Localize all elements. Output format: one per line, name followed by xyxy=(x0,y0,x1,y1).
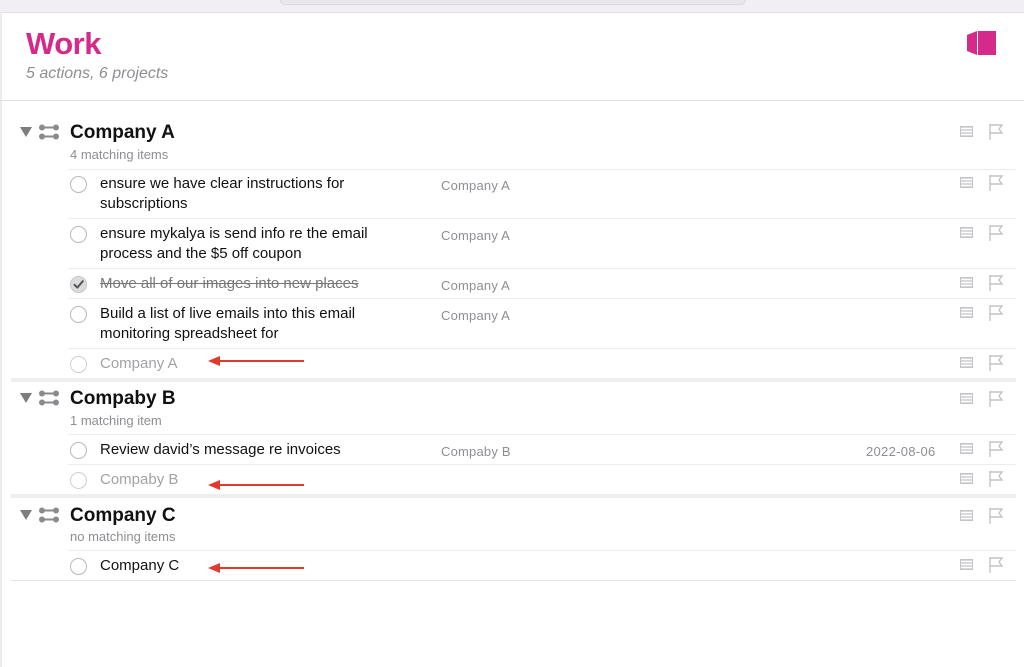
row-separator xyxy=(68,298,1016,299)
sequential-project-icon xyxy=(39,507,59,523)
flag-icon[interactable] xyxy=(988,507,1004,525)
sequential-project-icon xyxy=(39,390,59,406)
task-checkbox[interactable] xyxy=(70,226,87,243)
flag-icon[interactable] xyxy=(988,224,1004,242)
note-icon[interactable] xyxy=(960,393,973,404)
project-title[interactable]: Company A xyxy=(70,122,175,144)
note-icon[interactable] xyxy=(960,559,973,570)
task-project-label: Compaby B xyxy=(441,444,511,459)
note-icon[interactable] xyxy=(960,357,973,368)
sequential-project-icon xyxy=(39,124,59,140)
task-title[interactable]: ensure mykalya is send info re the email… xyxy=(100,224,420,264)
checkmark-icon xyxy=(73,280,84,289)
disclosure-triangle-icon[interactable] xyxy=(20,393,32,403)
task-project-label: Company A xyxy=(441,278,511,293)
perspective-icon[interactable] xyxy=(966,29,997,57)
task-checkbox[interactable] xyxy=(70,176,87,193)
task-title[interactable]: Review david’s message re invoices xyxy=(100,440,420,460)
row-separator xyxy=(11,580,1016,581)
task-title[interactable]: Build a list of live emails into this em… xyxy=(100,304,420,344)
row-separator xyxy=(68,434,1016,435)
flag-icon[interactable] xyxy=(988,556,1004,574)
group-separator xyxy=(11,378,1016,382)
toolbar-search-field-edge[interactable] xyxy=(280,0,746,5)
flag-icon[interactable] xyxy=(988,440,1004,458)
group-separator xyxy=(11,494,1016,498)
task-title[interactable]: ensure we have clear instructions for su… xyxy=(100,174,420,214)
task-checkbox[interactable] xyxy=(70,306,87,323)
window-top-strip xyxy=(0,0,1024,13)
perspective-title: Work xyxy=(26,26,101,61)
sidebar-edge xyxy=(0,12,2,667)
note-icon[interactable] xyxy=(960,227,973,238)
note-icon[interactable] xyxy=(960,126,973,137)
project-match-count: 1 matching item xyxy=(70,413,162,428)
flag-icon[interactable] xyxy=(988,304,1004,322)
disclosure-triangle-icon[interactable] xyxy=(20,127,32,137)
task-project-label: Company A xyxy=(441,308,511,323)
flag-icon[interactable] xyxy=(988,274,1004,292)
project-title[interactable]: Company C xyxy=(70,505,176,527)
annotation-arrow-icon xyxy=(208,563,304,573)
task-due-date[interactable]: 2022-08-06 xyxy=(866,444,936,459)
row-separator xyxy=(68,268,1016,269)
task-checkbox-checked[interactable] xyxy=(70,276,87,293)
row-separator xyxy=(68,550,1016,551)
note-icon[interactable] xyxy=(960,473,973,484)
flag-icon[interactable] xyxy=(988,174,1004,192)
note-icon[interactable] xyxy=(960,443,973,454)
header-divider xyxy=(0,100,1024,101)
note-icon[interactable] xyxy=(960,177,973,188)
new-item-checkbox[interactable] xyxy=(70,356,87,373)
project-match-count: 4 matching items xyxy=(70,147,169,162)
note-icon[interactable] xyxy=(960,277,973,288)
project-match-count: no matching items xyxy=(70,529,176,544)
perspective-subtitle: 5 actions, 6 projects xyxy=(26,65,169,82)
new-item-checkbox[interactable] xyxy=(70,558,87,575)
task-title[interactable]: Move all of our images into new places xyxy=(100,274,420,294)
task-project-label: Company A xyxy=(441,228,511,243)
new-item-checkbox[interactable] xyxy=(70,472,87,489)
flag-icon[interactable] xyxy=(988,123,1004,141)
flag-icon[interactable] xyxy=(988,390,1004,408)
note-icon[interactable] xyxy=(960,307,973,318)
project-title[interactable]: Compaby B xyxy=(70,388,176,410)
row-separator xyxy=(68,464,1016,465)
note-icon[interactable] xyxy=(960,510,973,521)
annotation-arrow-icon xyxy=(208,480,304,490)
row-separator xyxy=(68,348,1016,349)
row-separator xyxy=(68,169,1016,170)
task-project-label: Company A xyxy=(441,178,511,193)
task-checkbox[interactable] xyxy=(70,442,87,459)
row-separator xyxy=(68,218,1016,219)
disclosure-triangle-icon[interactable] xyxy=(20,510,32,520)
annotation-arrow-icon xyxy=(208,356,304,366)
flag-icon[interactable] xyxy=(988,354,1004,372)
flag-icon[interactable] xyxy=(988,470,1004,488)
